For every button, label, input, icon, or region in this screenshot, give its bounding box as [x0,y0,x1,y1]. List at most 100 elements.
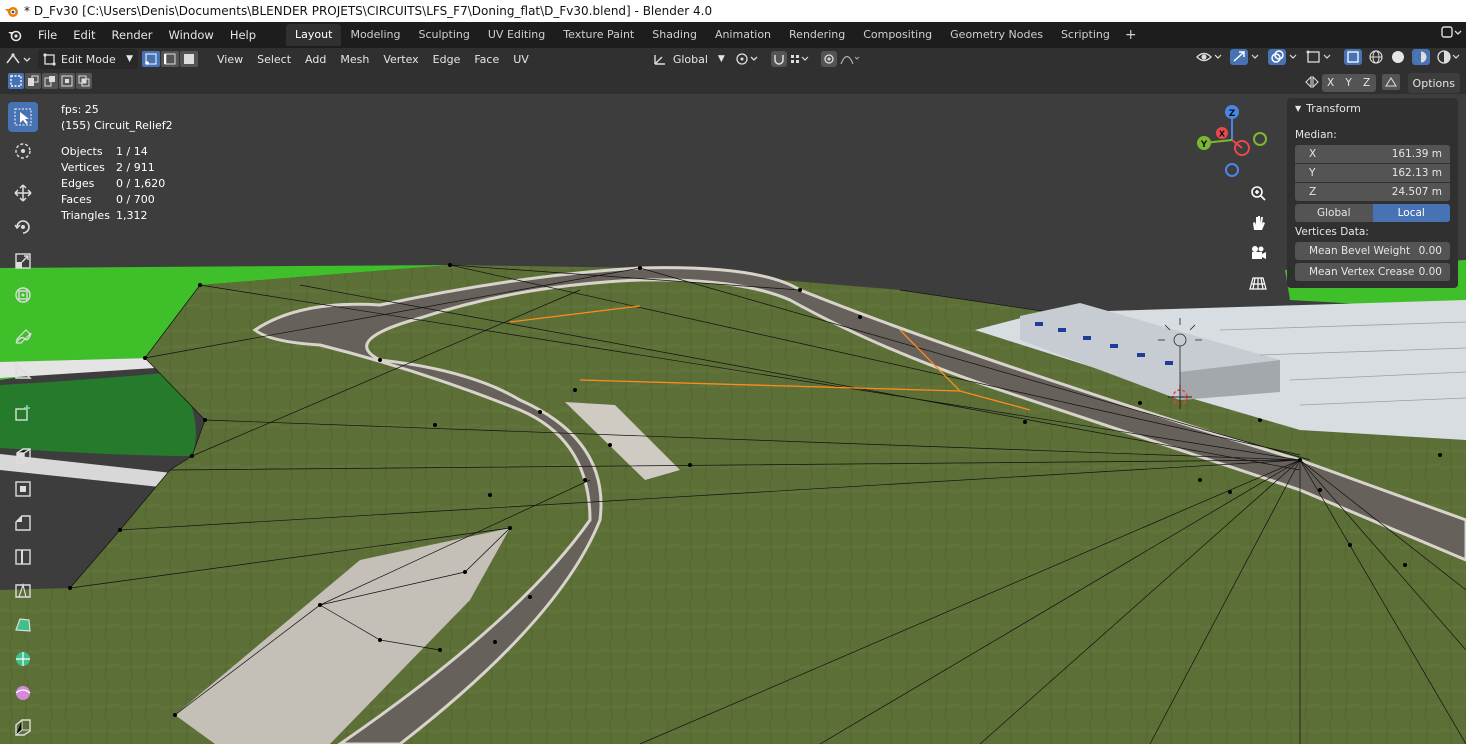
tab-uv-editing[interactable]: UV Editing [479,24,554,46]
shading-rendered-icon[interactable] [1436,49,1462,68]
bevel-icon [15,515,31,531]
loop-cut-tool[interactable] [8,542,38,572]
mode-dropdown[interactable]: Edit Mode ▼ [38,49,138,69]
shading-solid-icon[interactable] [1390,49,1406,68]
vertex-select-icon[interactable] [142,51,160,67]
topology-mirror-icon[interactable] [1381,73,1400,93]
cursor-tool[interactable] [8,136,38,166]
transform-orientation-dropdown[interactable]: Global ▼ [648,49,730,69]
options-dropdown[interactable]: Options [1407,73,1460,93]
select-box-tool[interactable] [8,102,38,132]
median-y-field[interactable]: Y 162.13 m [1295,164,1450,182]
spin-icon [16,652,30,666]
edge-slide-tool[interactable] [8,712,38,742]
smooth-tool[interactable] [8,678,38,708]
gizmo-neg-y-axis[interactable] [1253,132,1267,146]
mirror-z-toggle[interactable]: Z [1357,74,1376,92]
select-intersect-icon[interactable] [76,72,92,92]
xray-toggle-icon[interactable] [1344,49,1362,68]
tab-modeling[interactable]: Modeling [341,24,409,46]
transform-panel-title: Transform [1306,102,1361,115]
zoom-icon[interactable] [1247,182,1269,204]
shading-wireframe-icon[interactable] [1368,49,1384,68]
options-label: Options [1412,76,1455,90]
tab-shading[interactable]: Shading [643,24,706,46]
scene-selector-icon[interactable] [1440,24,1462,43]
menu-face[interactable]: Face [467,53,506,66]
inset-tool[interactable] [8,474,38,504]
mirror-x-toggle[interactable]: X [1321,74,1340,92]
select-extend-icon[interactable] [25,72,41,92]
mean-bevel-weight-field[interactable]: Mean Bevel Weight 0.00 [1295,242,1450,260]
menu-window[interactable]: Window [160,24,221,46]
tab-scripting[interactable]: Scripting [1052,24,1119,46]
edge-select-icon[interactable] [161,51,179,67]
menu-render[interactable]: Render [104,24,161,46]
menu-add[interactable]: Add [298,53,333,66]
mesh-edit-overlays-icon[interactable] [1306,49,1338,68]
knife-tool[interactable] [8,576,38,606]
tab-texture-paint[interactable]: Texture Paint [554,24,643,46]
tab-geometry-nodes[interactable]: Geometry Nodes [941,24,1052,46]
tab-sculpting[interactable]: Sculpting [410,24,479,46]
gizmo-neg-z-axis[interactable] [1225,163,1239,177]
mirror-y-toggle[interactable]: Y [1339,74,1358,92]
local-toggle[interactable]: Local [1372,204,1450,222]
proportional-editing-toggle[interactable] [816,49,866,69]
mean-vertex-crease-field[interactable]: Mean Vertex Crease 0.00 [1295,263,1450,281]
annotate-tool[interactable] [8,322,38,352]
mode-label: Edit Mode [61,52,116,66]
select-new-icon[interactable] [8,72,24,92]
gizmo-x-label: X [1219,130,1226,139]
menu-select[interactable]: Select [250,53,298,66]
median-z-field[interactable]: Z 24.507 m [1295,183,1450,201]
gizmo-toggle-icon[interactable] [1230,49,1262,68]
select-mode-group [142,51,198,67]
chevron-down-icon: ▼ [1295,104,1302,113]
face-select-icon[interactable] [180,51,198,67]
tab-compositing[interactable]: Compositing [854,24,941,46]
visibility-icon[interactable] [1196,49,1224,68]
blender-menu-icon[interactable] [0,28,30,42]
mirror-options-group: X Y Z Options [1304,73,1460,93]
shading-material-icon[interactable] [1412,49,1430,68]
editor-type-dropdown[interactable] [0,49,38,69]
spin-tool[interactable] [8,644,38,674]
camera-view-icon[interactable] [1247,242,1269,264]
measure-tool[interactable] [8,356,38,386]
menu-view[interactable]: View [210,53,250,66]
add-cube-icon [15,405,30,421]
pivot-point-dropdown[interactable] [730,49,766,69]
navigation-gizmo[interactable]: Z X Y [1192,100,1272,180]
transform-panel-header[interactable]: ▼ Transform [1295,102,1450,115]
menu-uv[interactable]: UV [506,53,536,66]
menu-edit[interactable]: Edit [65,24,103,46]
move-tool[interactable] [8,178,38,208]
menu-mesh[interactable]: Mesh [333,53,376,66]
add-cube-tool[interactable] [8,398,38,428]
bevel-tool[interactable] [8,508,38,538]
tab-rendering[interactable]: Rendering [780,24,854,46]
tab-layout[interactable]: Layout [286,24,342,46]
scale-tool[interactable] [8,246,38,276]
menu-help[interactable]: Help [222,24,264,46]
menu-file[interactable]: File [30,24,65,46]
snap-toggle[interactable] [766,49,816,69]
add-workspace-button[interactable]: + [1119,27,1143,43]
perspective-grid-icon[interactable] [1247,272,1269,294]
transform-tool[interactable] [8,280,38,310]
rotate-tool[interactable] [8,212,38,242]
extrude-tool[interactable] [8,440,38,470]
select-invert-icon[interactable] [59,72,75,92]
menu-edge[interactable]: Edge [426,53,468,66]
poly-build-tool[interactable] [8,610,38,640]
menu-vertex[interactable]: Vertex [376,53,425,66]
tab-animation[interactable]: Animation [706,24,780,46]
median-x-field[interactable]: X 161.39 m [1295,145,1450,163]
pan-hand-icon[interactable] [1247,212,1269,234]
sidebar-transform-panel: ▼ Transform Median: X 161.39 m Y 162.13 m … [1287,98,1458,288]
global-toggle[interactable]: Global [1295,204,1373,222]
knife-icon [15,582,31,598]
overlays-toggle-icon[interactable] [1268,49,1300,68]
select-subtract-icon[interactable] [42,72,58,92]
